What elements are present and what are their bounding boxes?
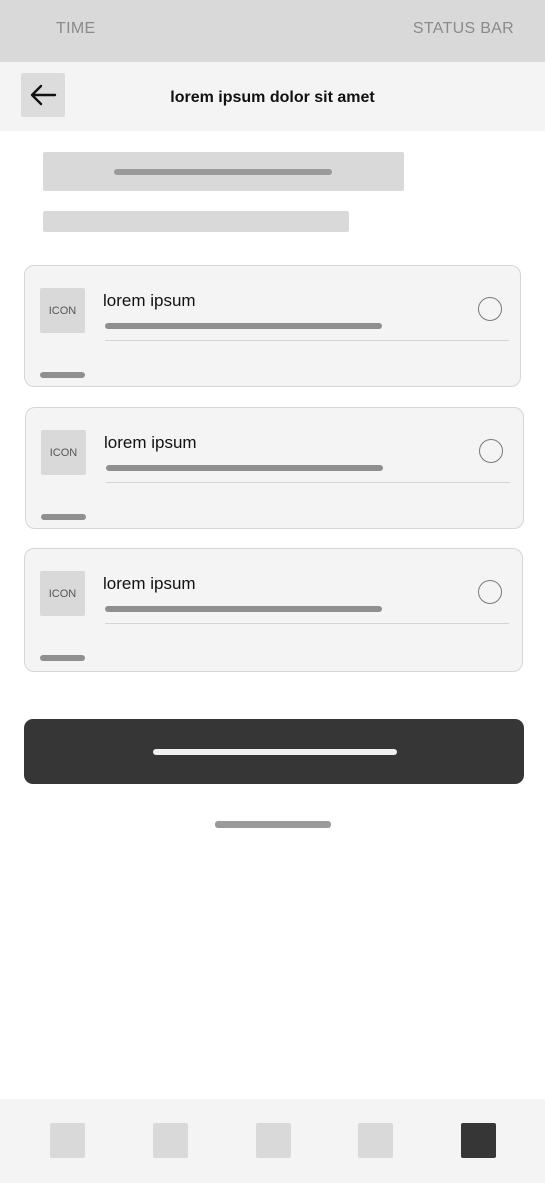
option-description-placeholder <box>106 465 383 471</box>
option-footer-placeholder <box>40 655 85 661</box>
nav-item-4[interactable] <box>358 1123 393 1158</box>
option-label: lorem ipsum <box>103 574 196 593</box>
option-card[interactable]: ICON lorem ipsum <box>25 407 524 529</box>
nav-item-2[interactable] <box>153 1123 188 1158</box>
nav-item-1[interactable] <box>50 1123 85 1158</box>
nav-item-3[interactable] <box>256 1123 291 1158</box>
option-footer-placeholder <box>41 514 86 520</box>
primary-action-label-placeholder <box>153 749 397 755</box>
option-label: lorem ipsum <box>104 433 197 452</box>
option-icon: ICON <box>40 288 85 333</box>
option-label: lorem ipsum <box>103 291 196 310</box>
secondary-action-link[interactable] <box>215 821 331 828</box>
placeholder-subheading <box>43 211 349 232</box>
option-description-placeholder <box>105 323 382 329</box>
option-footer-placeholder <box>40 372 85 378</box>
placeholder-heading <box>43 152 404 191</box>
option-radio[interactable] <box>479 439 503 463</box>
bottom-nav <box>0 1099 545 1183</box>
option-radio[interactable] <box>478 580 502 604</box>
option-divider <box>106 482 510 483</box>
option-icon: ICON <box>41 430 86 475</box>
placeholder-heading-line <box>114 169 332 175</box>
option-card[interactable]: ICON lorem ipsum <box>24 265 521 387</box>
option-description-placeholder <box>105 606 382 612</box>
status-bar: TIME STATUS BAR <box>0 0 545 62</box>
nav-item-5-active[interactable] <box>461 1123 496 1158</box>
option-divider <box>105 623 509 624</box>
option-divider <box>105 340 509 341</box>
header: lorem ipsum dolor sit amet <box>0 62 545 131</box>
primary-action-button[interactable] <box>24 719 524 784</box>
option-radio[interactable] <box>478 297 502 321</box>
page-title: lorem ipsum dolor sit amet <box>170 89 375 106</box>
status-time: TIME <box>56 20 96 37</box>
option-card[interactable]: ICON lorem ipsum <box>24 548 523 672</box>
status-bar-label: STATUS BAR <box>412 20 514 37</box>
option-icon: ICON <box>40 571 85 616</box>
